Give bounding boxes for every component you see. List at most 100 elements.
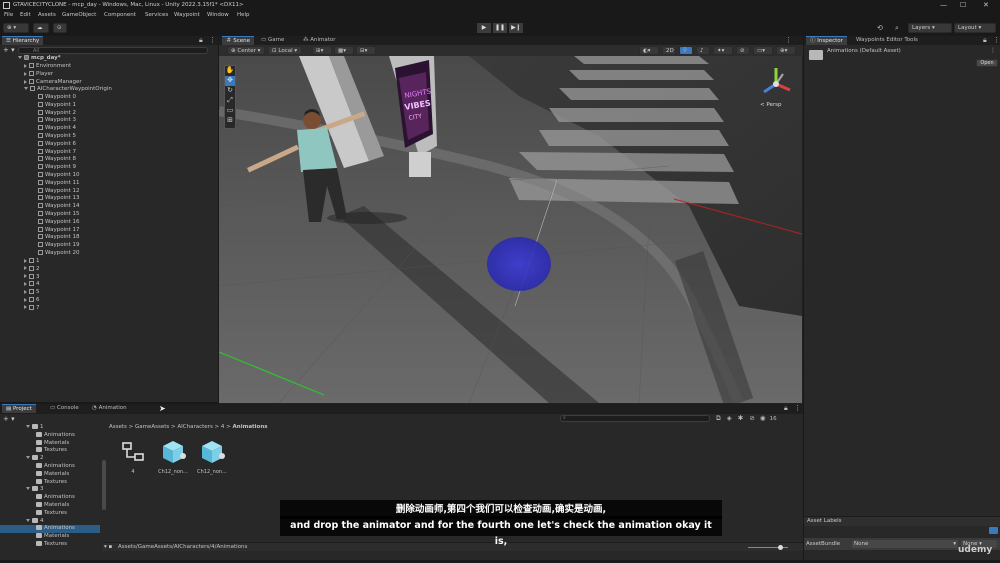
camera-dropdown[interactable]: ▭▾ <box>753 46 773 55</box>
tab-animation[interactable]: ◔ Animation <box>88 404 131 413</box>
effects-dropdown[interactable]: ✦▾ <box>713 46 733 55</box>
minimize-button[interactable]: — <box>940 1 947 9</box>
hierarchy-add-button[interactable]: + ▾ <box>3 46 15 54</box>
hierarchy-item-waypoint[interactable]: Waypoint 17 <box>38 226 80 235</box>
hierarchy-item-waypoint[interactable]: Waypoint 4 <box>38 125 76 133</box>
collapse-arrow-icon[interactable] <box>24 258 27 263</box>
tab-animator[interactable]: ⁂ Animator <box>299 36 340 45</box>
search-by-label-icon[interactable]: ◈ <box>727 414 732 422</box>
hierarchy-item-waypoint[interactable]: Waypoint 20 <box>38 250 80 258</box>
hierarchy-item-waypoint[interactable]: Waypoint 12 <box>38 187 80 196</box>
tree-scrollbar[interactable] <box>102 460 106 510</box>
scene-viewport[interactable]: NIGHTS VIBES CITY ✋ ✥ ↻ ⤢ ▭ ⊞ < Persp <box>219 56 802 403</box>
menu-assets[interactable]: Assets <box>38 12 56 18</box>
menu-dots-icon[interactable]: ⋮ <box>794 404 801 412</box>
collapse-arrow-icon[interactable] <box>24 297 27 302</box>
hierarchy-item-root[interactable]: 2 <box>24 265 40 274</box>
layers-dropdown[interactable]: Layers ▾ <box>908 23 952 33</box>
visibility-icon[interactable]: ◉ <box>760 414 766 422</box>
hierarchy-item-aicharacterwaypointorigin[interactable]: AICharacterWaypointOrigin <box>24 86 112 94</box>
mode-2d-toggle[interactable]: 2D <box>662 46 676 55</box>
expand-arrow-icon[interactable] <box>26 518 30 522</box>
inspector-settings-icon[interactable]: ⋮ <box>990 47 996 54</box>
menu-window[interactable]: Window <box>207 12 229 18</box>
collapse-arrow-icon[interactable] <box>24 289 27 294</box>
hand-tool-icon[interactable]: ✋ <box>225 66 235 76</box>
hierarchy-item-waypoint[interactable]: Waypoint 5 <box>38 133 76 141</box>
icon-size-slider-handle[interactable] <box>778 545 783 550</box>
expand-arrow-icon[interactable] <box>26 425 30 428</box>
scale-tool-icon[interactable]: ⤢ <box>225 96 235 106</box>
menu-dots-icon[interactable]: ⋮ <box>785 36 792 44</box>
breadcrumb-aicharacters[interactable]: AICharacters <box>177 424 212 430</box>
tab-waypoints-editor-tools[interactable]: Waypoints Editor Tools <box>852 36 922 45</box>
project-folder-row[interactable]: Textures <box>36 478 67 487</box>
scene-render[interactable]: NIGHTS VIBES CITY <box>219 56 802 403</box>
hierarchy-item-waypoint[interactable]: Waypoint 14 <box>38 203 80 211</box>
tab-project[interactable]: ▤ Project <box>2 404 36 413</box>
tab-hierarchy[interactable]: ☰ Hierarchy <box>2 36 44 45</box>
collapse-arrow-icon[interactable] <box>24 274 27 279</box>
collapse-arrow-icon[interactable] <box>24 266 27 271</box>
hierarchy-search-input[interactable]: All <box>18 47 208 54</box>
hierarchy-item-waypoint[interactable]: Waypoint 2 <box>38 109 76 118</box>
hierarchy-item-root[interactable]: 7 <box>24 304 40 313</box>
hierarchy-item-waypoint[interactable]: Waypoint 18 <box>38 234 80 242</box>
hierarchy-item-player[interactable]: Player <box>24 71 53 79</box>
hierarchy-item-root[interactable]: 6 <box>24 297 40 305</box>
asset-animator-controller[interactable]: 4 <box>115 440 151 475</box>
hierarchy-item-root[interactable]: 5 <box>24 289 40 297</box>
project-folder-row[interactable]: Animations <box>36 463 75 471</box>
menu-edit[interactable]: Edit <box>20 12 31 18</box>
pivot-center-dropdown[interactable]: ⊕ Center ▾ <box>227 46 265 55</box>
project-folder-row[interactable]: 4 <box>26 517 44 526</box>
expand-arrow-icon[interactable] <box>18 56 22 59</box>
breadcrumb-assets[interactable]: Assets <box>109 424 127 430</box>
menu-dots-icon[interactable]: ⋮ <box>209 36 216 44</box>
cloud-icon[interactable]: ☁ <box>33 23 49 33</box>
move-tool-icon[interactable]: ✥ <box>225 76 235 86</box>
breadcrumb-gameassets[interactable]: GameAssets <box>135 424 169 430</box>
hierarchy-item-waypoint[interactable]: Waypoint 15 <box>38 211 80 219</box>
gizmos-dropdown[interactable]: ⊕▾ <box>776 46 796 55</box>
hierarchy-item-root[interactable]: 3 <box>24 273 40 282</box>
expand-arrow-icon[interactable] <box>24 87 28 90</box>
pause-button[interactable]: ❚❚ <box>493 23 507 33</box>
project-folder-row[interactable]: 3 <box>26 486 44 494</box>
hierarchy-item-waypoint[interactable]: Waypoint 13 <box>38 195 80 203</box>
hierarchy-item-waypoint[interactable]: Waypoint 19 <box>38 242 80 250</box>
layout-dropdown[interactable]: Layout ▾ <box>954 23 996 33</box>
lock-icon[interactable]: 🔒︎ <box>199 36 203 45</box>
navmesh-target-marker[interactable] <box>487 237 551 291</box>
menu-services[interactable]: Services <box>145 12 168 18</box>
menu-gameobject[interactable]: GameObject <box>62 12 96 18</box>
asset-fbx-1[interactable]: Ch12_non... <box>155 440 191 475</box>
snap-increment-dropdown[interactable]: ▦▾ <box>334 46 354 55</box>
hierarchy-item-waypoint[interactable]: Waypoint 11 <box>38 179 80 188</box>
collapse-arrow-icon[interactable] <box>24 305 27 310</box>
collapse-arrow-icon[interactable] <box>24 63 27 68</box>
collapse-arrow-icon[interactable] <box>24 71 27 76</box>
hidden-packages-icon[interactable]: ⊘ <box>749 414 754 422</box>
projection-label[interactable]: < Persp <box>760 102 781 108</box>
search-by-type-icon[interactable]: ⧉ <box>716 414 721 422</box>
draw-mode-dropdown[interactable]: ◐▾ <box>639 46 659 55</box>
project-folder-row[interactable]: Animations <box>36 431 75 440</box>
pivot-local-dropdown[interactable]: ⊡ Local ▾ <box>268 46 302 55</box>
maximize-button[interactable]: ☐ <box>960 1 966 9</box>
lighting-toggle[interactable]: 💡︎ <box>679 46 693 55</box>
rotate-tool-icon[interactable]: ↻ <box>225 86 235 96</box>
project-folder-row[interactable]: Materials <box>36 533 69 541</box>
project-folder-row[interactable]: Materials <box>36 439 69 448</box>
collapse-arrow-icon[interactable] <box>24 281 27 286</box>
transform-tool-icon[interactable]: ⊞ <box>225 116 235 126</box>
breadcrumb-animations[interactable]: Animations <box>233 424 268 430</box>
grid-snap-dropdown[interactable]: ⊞▾ <box>312 46 332 55</box>
hidden-objects-toggle[interactable]: ⊘ <box>736 46 750 55</box>
project-folder-row[interactable]: Materials <box>36 502 69 510</box>
orientation-gizmo[interactable]: < Persp <box>756 64 796 114</box>
menu-file[interactable]: File <box>4 12 13 18</box>
asset-fbx-2[interactable]: Ch12_non... <box>194 440 230 475</box>
step-button[interactable]: ▶❙ <box>509 23 523 33</box>
tab-console[interactable]: ▭ Console <box>46 404 83 413</box>
